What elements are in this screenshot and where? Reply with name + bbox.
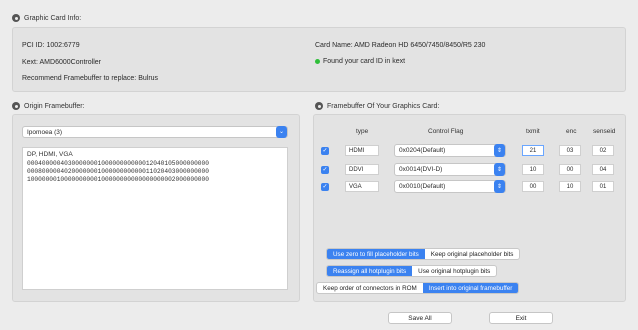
- row-enable-checkbox[interactable]: ✓: [321, 183, 329, 191]
- enc-input[interactable]: 10: [559, 181, 581, 192]
- control-flag-select[interactable]: 0x0010(Default) ⇕: [394, 180, 506, 193]
- card-name-label: Card Name: AMD Radeon HD 6450/7450/8450/…: [315, 42, 486, 49]
- enc-input[interactable]: 00: [559, 164, 581, 175]
- control-flag-select[interactable]: 0x0014(DVI-D) ⇕: [394, 163, 506, 176]
- column-header-txmit: txmit: [526, 128, 540, 135]
- framebuffer-select-value: Ipomoea (3): [27, 128, 63, 136]
- column-header-enc: enc: [566, 128, 577, 135]
- status-line: Found your card ID in kext: [315, 58, 405, 65]
- card-framebuffer-title: Framebuffer Of Your Graphics Card:: [327, 102, 440, 110]
- txmit-input[interactable]: 00: [522, 181, 544, 192]
- card-framebuffer-header: Framebuffer Of Your Graphics Card:: [315, 102, 439, 110]
- control-flag-value: 0x0204(Default): [399, 147, 446, 154]
- control-flag-value: 0x0010(Default): [399, 183, 446, 190]
- keep-order-option[interactable]: Keep order of connectors in ROM: [317, 283, 423, 293]
- pci-id-label: PCI ID: 1002:6779: [22, 42, 80, 49]
- original-hotplug-option[interactable]: Use original hotplugin bits: [412, 266, 496, 276]
- kext-label: Kext: AMD6000Controller: [22, 59, 101, 66]
- insert-framebuffer-option[interactable]: Insert into original framebuffer: [422, 283, 519, 293]
- exit-button[interactable]: Exit: [489, 312, 553, 324]
- enc-input[interactable]: 03: [559, 145, 581, 156]
- hex-line: 1000000010000000000100000000000000000002…: [27, 176, 209, 183]
- placeholder-bits-toggle[interactable]: Use zero to fill placeholder bits Keep o…: [326, 248, 521, 260]
- connector-type-cell[interactable]: DDVI: [345, 164, 379, 175]
- connector-order-toggle[interactable]: Keep order of connectors in ROM Insert i…: [316, 282, 520, 294]
- connector-type-cell[interactable]: HDMI: [345, 145, 379, 156]
- reassign-hotplug-option[interactable]: Reassign all hotplugin bits: [327, 266, 413, 276]
- gear-icon: [315, 102, 323, 110]
- status-dot-icon: [315, 58, 320, 64]
- control-flag-select[interactable]: 0x0204(Default) ⇕: [394, 144, 506, 157]
- row-enable-checkbox[interactable]: ✓: [321, 166, 329, 174]
- txmit-input[interactable]: 21: [522, 145, 544, 156]
- framebuffer-hex-textarea[interactable]: DP, HDMI, VGA 00040000040300000001000000…: [22, 147, 288, 290]
- framebuffer-select[interactable]: Ipomoea (3) ⌄: [22, 126, 288, 138]
- senseid-input[interactable]: 04: [592, 164, 614, 175]
- column-header-control-flag: Control Flag: [428, 128, 464, 135]
- use-zero-placeholder-option[interactable]: Use zero to fill placeholder bits: [327, 249, 425, 259]
- hex-line: 0004000004030000000100000000000012040105…: [27, 160, 209, 167]
- recommend-label: Recommend Framebuffer to replace: Bulrus: [22, 75, 159, 82]
- senseid-input[interactable]: 01: [592, 181, 614, 192]
- connector-type-cell[interactable]: VGA: [345, 181, 379, 192]
- hex-line: 0008000004020000000100000000000011020403…: [27, 168, 209, 175]
- column-header-senseid: senseid: [593, 128, 616, 135]
- origin-framebuffer-title: Origin Framebuffer:: [24, 102, 85, 110]
- senseid-input[interactable]: 02: [592, 145, 614, 156]
- status-text: Found your card ID in kext: [323, 58, 406, 65]
- chevron-updown-icon: ⇕: [494, 144, 505, 157]
- column-header-type: type: [356, 128, 369, 135]
- origin-framebuffer-header: Origin Framebuffer:: [12, 102, 85, 110]
- graphic-card-info-title: Graphic Card Info:: [24, 14, 82, 22]
- keep-placeholder-option[interactable]: Keep original placeholder bits: [425, 249, 520, 259]
- chevron-down-icon: ⌄: [276, 126, 287, 138]
- chevron-updown-icon: ⇕: [494, 163, 505, 176]
- chevron-updown-icon: ⇕: [494, 180, 505, 193]
- hotplug-bits-toggle[interactable]: Reassign all hotplugin bits Use original…: [326, 265, 498, 277]
- graphic-card-info-header: Graphic Card Info:: [12, 14, 81, 22]
- control-flag-value: 0x0014(DVI-D): [399, 166, 443, 173]
- connector-list-text: DP, HDMI, VGA: [27, 151, 73, 158]
- save-all-button[interactable]: Save All: [388, 312, 452, 324]
- row-enable-checkbox[interactable]: ✓: [321, 147, 329, 155]
- txmit-input[interactable]: 10: [522, 164, 544, 175]
- gear-icon: [12, 102, 20, 110]
- gear-icon: [12, 14, 20, 22]
